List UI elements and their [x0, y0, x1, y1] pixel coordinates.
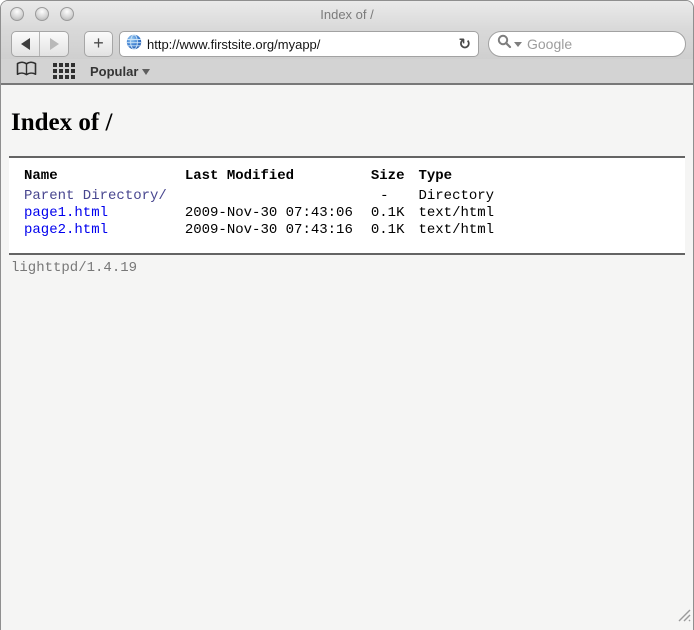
type-cell: text/html	[418, 222, 508, 239]
forward-button[interactable]	[40, 32, 68, 56]
bookmark-folder-popular[interactable]: Popular	[90, 64, 150, 79]
size-cell: 0.1K	[371, 222, 419, 239]
directory-table: Name Last Modified Size Type Parent Dire…	[24, 168, 508, 239]
resize-grip[interactable]	[676, 607, 691, 627]
address-bar[interactable]: ↻	[119, 31, 479, 57]
search-input[interactable]	[527, 33, 694, 55]
search-icon	[497, 34, 512, 54]
titlebar: Index of /	[1, 1, 693, 29]
chevron-down-icon	[142, 69, 150, 75]
bookmark-folder-label: Popular	[90, 64, 138, 79]
url-input[interactable]	[147, 33, 458, 55]
table-row: page2.html 2009-Nov-30 07:43:16 0.1K tex…	[24, 222, 508, 239]
size-cell: 0.1K	[371, 205, 419, 222]
modified-cell: 2009-Nov-30 07:43:16	[185, 222, 371, 239]
column-header-name: Name	[24, 168, 185, 188]
file-link-page1[interactable]: page1.html	[24, 205, 108, 221]
type-cell: text/html	[418, 205, 508, 222]
column-header-type: Type	[418, 168, 508, 188]
table-row: Parent Directory/ - Directory	[24, 188, 508, 205]
parent-directory-link[interactable]: Parent Directory/	[24, 188, 167, 204]
back-icon	[21, 38, 30, 50]
search-options-chevron-icon[interactable]	[514, 42, 522, 47]
search-field[interactable]	[488, 31, 686, 57]
window-title: Index of /	[1, 7, 693, 22]
show-bookmarks-button[interactable]	[14, 59, 38, 83]
modified-cell: 2009-Nov-30 07:43:06	[185, 205, 371, 222]
server-signature: lighttpd/1.4.19	[9, 255, 685, 276]
type-cell: Directory	[418, 188, 508, 205]
back-button[interactable]	[12, 32, 40, 56]
directory-listing: Name Last Modified Size Type Parent Dire…	[9, 156, 685, 255]
grid-icon	[53, 63, 75, 79]
bookmarks-bar: Popular	[1, 59, 693, 85]
column-header-size: Size	[371, 168, 419, 188]
forward-icon	[50, 38, 59, 50]
toolbar: + ↻	[1, 29, 693, 59]
file-link-page2[interactable]: page2.html	[24, 222, 108, 238]
modified-cell	[185, 188, 371, 205]
globe-icon	[126, 34, 142, 55]
table-header-row: Name Last Modified Size Type	[24, 168, 508, 188]
size-cell: -	[371, 188, 419, 205]
page-viewport: Index of / Name Last Modified Size Type …	[1, 85, 693, 629]
history-nav-group	[11, 31, 69, 57]
page-title: Index of /	[11, 109, 685, 137]
top-sites-button[interactable]	[51, 59, 77, 83]
table-row: page1.html 2009-Nov-30 07:43:06 0.1K tex…	[24, 205, 508, 222]
open-book-icon	[16, 61, 37, 82]
browser-window: Index of / +	[0, 0, 694, 630]
reload-icon[interactable]: ↻	[458, 37, 471, 52]
add-bookmark-button[interactable]: +	[84, 31, 113, 57]
column-header-modified: Last Modified	[185, 168, 371, 188]
